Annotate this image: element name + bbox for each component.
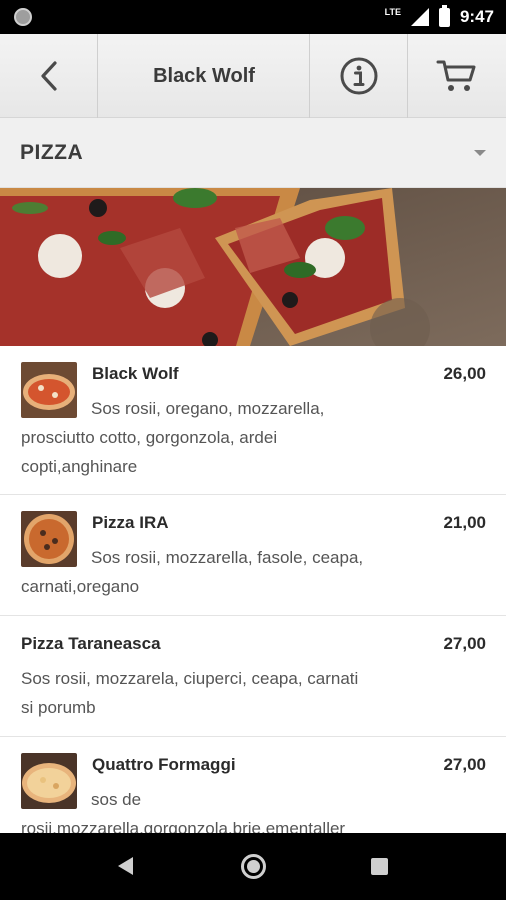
item-description-line: Sos rosii, mozzarela, ciuperci, ceapa, c… bbox=[21, 669, 359, 688]
item-description-line: sos de bbox=[91, 790, 142, 809]
category-banner-image bbox=[0, 188, 506, 346]
list-item[interactable]: Pizza Taraneasca 27,00 Sos rosii, mozzar… bbox=[0, 616, 506, 737]
nav-recents-icon[interactable] bbox=[371, 858, 388, 875]
item-name: Pizza Taraneasca bbox=[21, 634, 161, 653]
list-item[interactable]: Black Wolf 26,00 Sos rosii, oregano, moz… bbox=[0, 346, 506, 495]
category-dropdown[interactable]: PIZZA bbox=[0, 118, 506, 188]
list-item[interactable]: Quattro Formaggi 27,00 sos de rosii,mozz… bbox=[0, 737, 506, 833]
item-description: sos de rosii,mozzarella,gorgonzola,brie,… bbox=[21, 785, 486, 833]
cart-icon bbox=[436, 60, 476, 91]
item-description-line: si porumb bbox=[21, 698, 96, 717]
nav-back-icon[interactable] bbox=[118, 857, 133, 875]
system-nav-bar bbox=[0, 833, 506, 900]
network-type: LTE bbox=[384, 7, 401, 17]
info-icon bbox=[340, 57, 378, 95]
pizza-photo bbox=[0, 188, 506, 346]
item-price: 21,00 bbox=[443, 513, 486, 532]
item-description-line: Sos rosii, oregano, mozzarella, bbox=[91, 399, 325, 418]
battery-icon bbox=[438, 4, 450, 27]
app-header: Black Wolf bbox=[0, 34, 506, 118]
item-description-line: copti,anghinare bbox=[21, 457, 138, 476]
list-item[interactable]: Pizza IRA 21,00 Sos rosii, mozzarella, f… bbox=[0, 495, 506, 616]
item-description-line: prosciutto cotto, gorgonzola, ardei bbox=[21, 428, 278, 447]
item-description-line: Sos rosii, mozzarella, fasole, ceapa, bbox=[91, 548, 364, 567]
back-button[interactable] bbox=[0, 34, 98, 118]
chevron-left-icon bbox=[41, 61, 57, 91]
info-button[interactable] bbox=[310, 34, 408, 118]
item-price: 26,00 bbox=[443, 364, 486, 383]
item-price: 27,00 bbox=[443, 755, 486, 774]
status-bar: LTE 9:47 bbox=[0, 0, 506, 34]
item-description-line: rosii,mozzarella,gorgonzola,brie,emental… bbox=[21, 819, 346, 833]
item-name: Pizza IRA bbox=[92, 513, 169, 532]
item-price: 27,00 bbox=[443, 634, 486, 653]
item-description: Sos rosii, oregano, mozzarella, prosciut… bbox=[21, 394, 486, 481]
menu-list: Black Wolf 26,00 Sos rosii, oregano, moz… bbox=[0, 346, 506, 833]
item-description-line: carnati,oregano bbox=[21, 577, 140, 596]
item-name: Quattro Formaggi bbox=[92, 755, 236, 774]
signal-icon bbox=[410, 8, 429, 26]
notification-icon bbox=[14, 8, 32, 26]
nav-home-icon[interactable] bbox=[241, 854, 266, 879]
category-label: PIZZA bbox=[20, 141, 84, 164]
status-icons: LTE 9:47 bbox=[385, 0, 494, 34]
status-time: 9:47 bbox=[459, 7, 494, 26]
item-description: Sos rosii, mozzarela, ciuperci, ceapa, c… bbox=[21, 664, 486, 722]
page-title: Black Wolf bbox=[153, 64, 255, 87]
cart-button[interactable] bbox=[408, 34, 506, 118]
item-description: Sos rosii, mozzarella, fasole, ceapa, ca… bbox=[21, 543, 486, 601]
caret-down-icon bbox=[474, 150, 486, 156]
item-name: Black Wolf bbox=[92, 364, 179, 383]
